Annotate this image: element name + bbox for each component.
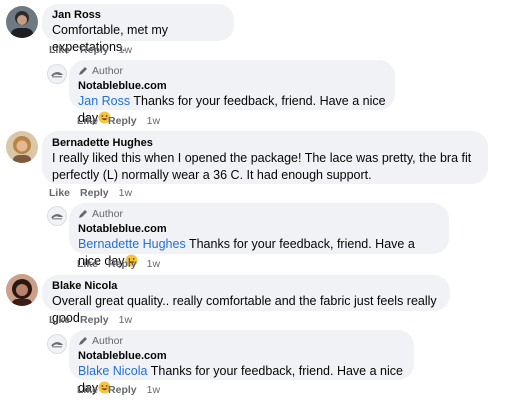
pencil-icon xyxy=(79,337,87,345)
timestamp[interactable]: 1w xyxy=(147,115,160,127)
replier-name[interactable]: Notableblue.com xyxy=(78,79,386,93)
author-badge: Author xyxy=(78,208,440,220)
reply-actions: Like Reply 1w xyxy=(77,384,160,396)
timestamp[interactable]: 1w xyxy=(147,258,160,270)
reply-actions: Like Reply 1w xyxy=(77,115,160,127)
reply-button[interactable]: Reply xyxy=(108,115,137,127)
avatar[interactable] xyxy=(47,64,67,84)
commenter-name[interactable]: Blake Nicola xyxy=(52,279,440,293)
timestamp[interactable]: 1w xyxy=(147,384,160,396)
timestamp[interactable]: 1w xyxy=(119,314,132,326)
replier-name[interactable]: Notableblue.com xyxy=(78,222,440,236)
comment-bubble: Bernadette Hughes I really liked this wh… xyxy=(42,131,488,184)
commenter-name[interactable]: Bernadette Hughes xyxy=(52,136,478,150)
replier-name[interactable]: Notableblue.com xyxy=(78,349,405,363)
reply-button[interactable]: Reply xyxy=(80,314,109,326)
reply-bubble: Author Notableblue.com Jan Ross Thanks f… xyxy=(69,60,395,125)
reply-button[interactable]: Reply xyxy=(80,187,109,199)
like-button[interactable]: Like xyxy=(77,258,98,270)
author-badge: Author xyxy=(78,65,386,77)
comment-text: perfectly (L) normally wear a 36 C. It h… xyxy=(52,168,372,182)
comment-actions: Like Reply 1w xyxy=(49,314,132,326)
mention-link[interactable]: Jan Ross xyxy=(78,94,130,108)
reply-bubble: Author Notableblue.com Bernadette Hughes… xyxy=(69,203,449,268)
author-label: Author xyxy=(92,208,123,220)
pencil-icon xyxy=(79,210,87,218)
timestamp[interactable]: 1w xyxy=(119,44,132,56)
reply-button[interactable]: Reply xyxy=(108,258,137,270)
like-button[interactable]: Like xyxy=(77,384,98,396)
reply-actions: Like Reply 1w xyxy=(77,258,160,270)
comment-text: I really liked this when I opened the pa… xyxy=(52,151,472,165)
author-label: Author xyxy=(92,335,123,347)
mention-link[interactable]: Bernadette Hughes xyxy=(78,237,186,251)
author-badge: Author xyxy=(78,335,405,347)
comment-bubble: Jan Ross Comfortable, met my expectation… xyxy=(42,4,234,54)
avatar[interactable] xyxy=(47,206,67,226)
author-label: Author xyxy=(92,65,123,77)
avatar[interactable] xyxy=(47,334,67,354)
reply-button[interactable]: Reply xyxy=(80,44,109,56)
comment-bubble: Blake Nicola Overall great quality.. rea… xyxy=(42,275,450,325)
commenter-name[interactable]: Jan Ross xyxy=(52,8,224,22)
avatar[interactable] xyxy=(6,274,38,306)
comment-actions: Like Reply 1w xyxy=(49,44,132,56)
like-button[interactable]: Like xyxy=(49,314,70,326)
mention-link[interactable]: Blake Nicola xyxy=(78,364,147,378)
avatar[interactable] xyxy=(6,6,38,38)
comment-actions: Like Reply 1w xyxy=(49,187,132,199)
reply-button[interactable]: Reply xyxy=(108,384,137,396)
pencil-icon xyxy=(79,67,87,75)
timestamp[interactable]: 1w xyxy=(119,187,132,199)
avatar[interactable] xyxy=(6,131,38,163)
like-button[interactable]: Like xyxy=(49,44,70,56)
like-button[interactable]: Like xyxy=(77,115,98,127)
reply-bubble: Author Notableblue.com Blake Nicola Than… xyxy=(69,330,414,395)
like-button[interactable]: Like xyxy=(49,187,70,199)
